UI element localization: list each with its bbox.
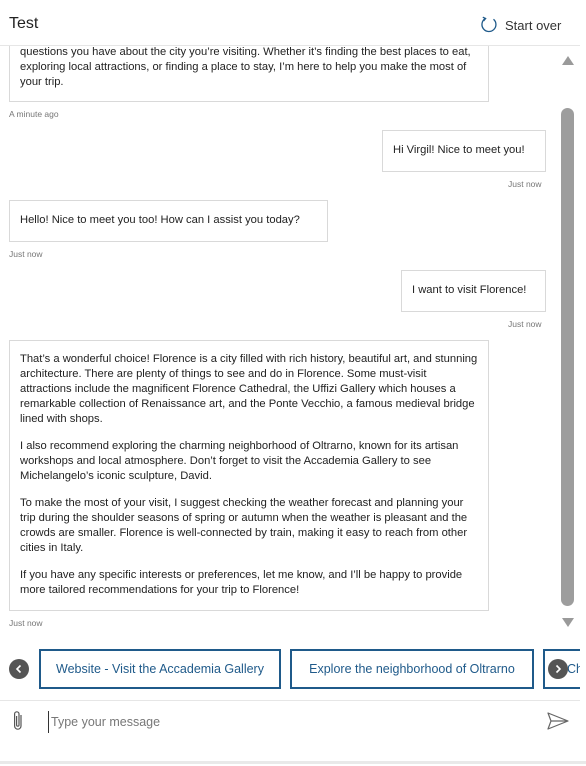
message-paragraph: That’s a wonderful choice! Florence is a…: [20, 353, 478, 425]
suggested-action-oltrarno[interactable]: Explore the neighborhood of Oltrarno: [290, 649, 534, 689]
divider: [0, 761, 586, 764]
message-timestamp: Just now: [508, 179, 542, 189]
scrollbar-thumb[interactable]: [561, 108, 574, 606]
message-timestamp: Just now: [9, 618, 43, 628]
bot-message: That’s a wonderful choice! Florence is a…: [9, 340, 489, 611]
user-message: Hi Virgil! Nice to meet you!: [382, 130, 546, 172]
scroll-down-arrow-icon[interactable]: [562, 618, 574, 627]
chat-header: Test Start over: [0, 0, 580, 46]
message-paragraph: If you have any specific interests or pr…: [20, 569, 463, 596]
message-timestamp: Just now: [9, 249, 43, 259]
bot-message: questions you have about the city you’re…: [9, 46, 489, 102]
message-text: Hello! Nice to meet you too! How can I a…: [20, 214, 300, 226]
transcript-scrollbar[interactable]: [560, 46, 577, 634]
send-icon[interactable]: [546, 711, 570, 731]
message-paragraph: To make the most of your visit, I sugges…: [20, 497, 468, 554]
message-composer: [0, 700, 580, 742]
chevron-right-icon: [555, 664, 562, 674]
chat-title: Test: [9, 15, 39, 32]
paperclip-icon[interactable]: [10, 709, 26, 733]
message-text: I want to visit Florence!: [412, 284, 527, 296]
message-paragraph: I also recommend exploring the charming …: [20, 440, 459, 482]
suggested-actions: Website - Visit the Accademia Gallery Ex…: [0, 646, 580, 694]
chat-transcript: questions you have about the city you’re…: [0, 46, 558, 632]
suggested-action-accademia[interactable]: Website - Visit the Accademia Gallery: [39, 649, 281, 689]
message-timestamp: Just now: [508, 319, 542, 329]
start-over-button[interactable]: Start over: [480, 15, 561, 35]
carousel-prev-button[interactable]: [9, 659, 29, 679]
message-text: Hi Virgil! Nice to meet you!: [393, 144, 525, 156]
chevron-left-icon: [15, 664, 22, 674]
message-input[interactable]: [48, 711, 528, 733]
bot-message: Hello! Nice to meet you too! How can I a…: [9, 200, 328, 242]
carousel-next-button[interactable]: [548, 659, 568, 679]
refresh-icon: [481, 16, 497, 33]
user-message: I want to visit Florence!: [401, 270, 546, 312]
message-timestamp: A minute ago: [9, 109, 59, 119]
message-text: questions you have about the city you’re…: [20, 46, 471, 88]
scroll-up-arrow-icon[interactable]: [562, 56, 574, 65]
start-over-label: Start over: [505, 17, 562, 33]
